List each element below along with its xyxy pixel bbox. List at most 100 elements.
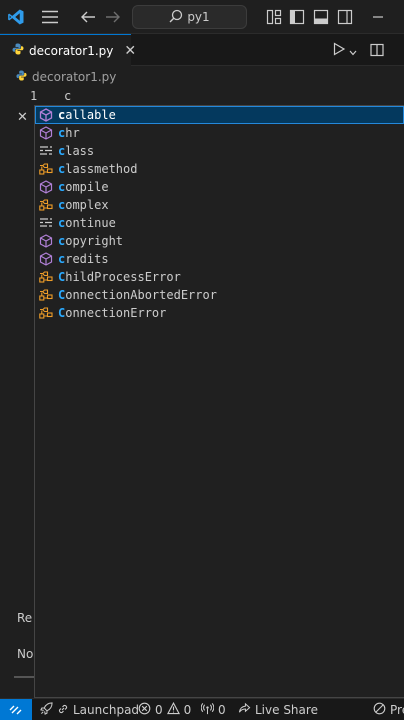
live-share-button[interactable]: Live Share bbox=[238, 699, 318, 720]
problems-indicator[interactable]: 0 0 bbox=[138, 699, 191, 720]
command-center-search[interactable]: py1 bbox=[132, 5, 247, 29]
run-python-file-button[interactable] bbox=[332, 41, 357, 59]
suggestion-match: c bbox=[58, 162, 66, 176]
python-file-icon bbox=[12, 43, 24, 58]
ports-indicator[interactable]: 0 bbox=[200, 699, 226, 720]
tab-decorator1[interactable]: decorator1.py ✕ bbox=[0, 34, 136, 66]
suggestion-label: onnectionAbortedError bbox=[65, 288, 217, 302]
method-icon bbox=[38, 233, 54, 249]
suggestion-match: C bbox=[58, 270, 66, 284]
customize-layout-icon[interactable] bbox=[264, 7, 284, 27]
suggestion-item[interactable]: c hr bbox=[35, 124, 404, 142]
suggestion-item[interactable]: c allable bbox=[35, 106, 404, 124]
suggestion-match: c bbox=[58, 252, 66, 266]
chevron-down-icon[interactable] bbox=[349, 41, 357, 60]
breadcrumb[interactable]: decorator1.py bbox=[0, 66, 404, 88]
live-share-label: Live Share bbox=[255, 703, 318, 717]
back-arrow-icon[interactable] bbox=[78, 7, 98, 27]
suggestion-label: hr bbox=[65, 126, 80, 140]
suggestion-match: c bbox=[58, 144, 66, 158]
suggestion-label: redits bbox=[65, 252, 109, 266]
line-number: 1 bbox=[30, 89, 38, 103]
side-text-2: No bbox=[17, 647, 34, 661]
suggestion-label: lassmethod bbox=[65, 162, 138, 176]
class-type-icon bbox=[38, 197, 54, 213]
suggestion-match: C bbox=[58, 306, 66, 320]
editor-tab-bar: decorator1.py ✕ bbox=[0, 34, 404, 66]
close-icon[interactable]: ✕ bbox=[17, 110, 28, 125]
status-bar: Launchpad 0 0 0 Live Share Pre bbox=[0, 698, 404, 720]
suggestion-item[interactable]: c lassmethod bbox=[35, 160, 404, 178]
split-editor-icon[interactable] bbox=[370, 41, 384, 59]
keyword-icon bbox=[38, 215, 54, 231]
search-text: py1 bbox=[187, 10, 210, 24]
warning-icon bbox=[166, 701, 180, 718]
suggestion-label: allable bbox=[65, 108, 116, 122]
divider bbox=[14, 676, 34, 678]
launchpad-button[interactable]: Launchpad bbox=[40, 699, 139, 720]
suggestion-item[interactable]: ConnectionError bbox=[35, 304, 404, 322]
remote-icon bbox=[9, 702, 23, 719]
method-icon bbox=[38, 125, 54, 141]
toggle-secondary-sidebar-icon[interactable] bbox=[335, 7, 355, 27]
live-share-icon bbox=[238, 702, 251, 718]
prettier-label: Pre bbox=[390, 703, 404, 717]
minimize-icon[interactable] bbox=[368, 7, 388, 27]
code-line[interactable]: c bbox=[64, 88, 71, 105]
suggestion-match: c bbox=[58, 216, 66, 230]
forward-arrow-icon[interactable] bbox=[103, 7, 123, 27]
rocket-icon bbox=[40, 702, 53, 718]
toggle-primary-sidebar-icon[interactable] bbox=[287, 7, 307, 27]
suggestion-label: ontinue bbox=[65, 216, 116, 230]
breadcrumb-file: decorator1.py bbox=[32, 70, 117, 84]
suggestion-label: lass bbox=[65, 144, 95, 158]
suggestion-match: C bbox=[58, 288, 66, 302]
suggestion-label: onnectionError bbox=[65, 306, 167, 320]
method-icon bbox=[38, 251, 54, 267]
warning-count: 0 bbox=[183, 703, 192, 717]
suggestion-item[interactable]: c ontinue bbox=[35, 214, 404, 232]
suggestion-match: c bbox=[58, 234, 66, 248]
remote-indicator[interactable] bbox=[0, 699, 32, 720]
suggestion-item[interactable]: c opyright bbox=[35, 232, 404, 250]
suggestion-item[interactable]: c lass bbox=[35, 142, 404, 160]
suggestion-item[interactable]: ConnectionAbortedError bbox=[35, 286, 404, 304]
link-icon bbox=[57, 703, 69, 718]
suggestion-item[interactable]: c redits bbox=[35, 250, 404, 268]
class-icon bbox=[38, 107, 54, 123]
menu-icon[interactable] bbox=[40, 7, 60, 27]
error-icon bbox=[138, 702, 151, 718]
toggle-panel-icon[interactable] bbox=[311, 7, 331, 27]
suggestion-match: c bbox=[58, 108, 66, 122]
suggestion-label: ompile bbox=[65, 180, 109, 194]
suggestion-label: hildProcessError bbox=[65, 270, 181, 284]
side-text-1: Re bbox=[17, 611, 33, 625]
suggestion-match: c bbox=[58, 126, 66, 140]
prohibited-icon bbox=[373, 702, 386, 718]
title-bar: py1 bbox=[0, 0, 404, 34]
tab-close-icon[interactable]: ✕ bbox=[124, 43, 136, 59]
class-type-icon bbox=[38, 305, 54, 321]
suggestion-match: c bbox=[58, 198, 66, 212]
launchpad-label: Launchpad bbox=[73, 703, 140, 717]
suggest-widget: c allable c hr c lass c lassmethod c ompile c omple… bbox=[34, 105, 404, 698]
suggestion-item[interactable]: ChildProcessError bbox=[35, 268, 404, 286]
prettier-button[interactable]: Pre bbox=[373, 699, 404, 720]
suggestion-label: omplex bbox=[65, 198, 109, 212]
class-type-icon bbox=[38, 269, 54, 285]
suggestion-item[interactable]: c omplex bbox=[35, 196, 404, 214]
ports-count: 0 bbox=[218, 703, 226, 717]
method-icon bbox=[38, 179, 54, 195]
suggestion-label: opyright bbox=[65, 234, 124, 248]
broadcast-icon bbox=[200, 702, 215, 718]
python-file-icon bbox=[16, 70, 27, 84]
tab-label: decorator1.py bbox=[29, 43, 114, 58]
class-type-icon bbox=[38, 161, 54, 177]
vscode-logo-icon bbox=[6, 7, 26, 27]
suggestion-match: c bbox=[58, 180, 66, 194]
keyword-icon bbox=[38, 143, 54, 159]
search-icon bbox=[169, 9, 183, 26]
class-type-icon bbox=[38, 287, 54, 303]
play-icon bbox=[332, 41, 346, 60]
suggestion-item[interactable]: c ompile bbox=[35, 178, 404, 196]
